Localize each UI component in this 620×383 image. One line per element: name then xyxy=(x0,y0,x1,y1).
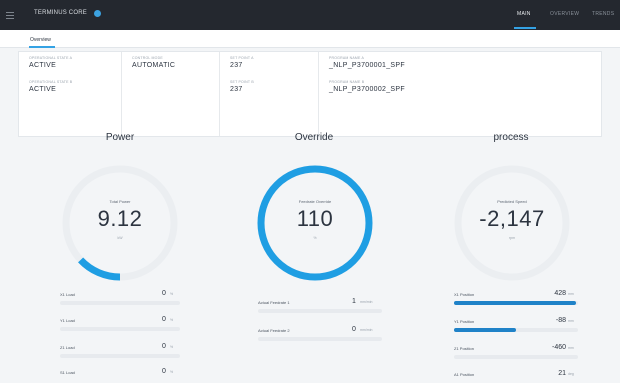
info-cell: PROGRAM NAME A _NLP_P3700001_SPF xyxy=(329,56,405,70)
top-bar: TERMINUS CORE MAIN OVERVIEW TRENDS xyxy=(0,0,620,30)
metric-value: 0 xyxy=(162,368,166,375)
metric-label: X1 Position xyxy=(454,292,475,297)
metric-unit: mm/min xyxy=(360,300,373,304)
metric-value: -88 xyxy=(555,317,566,324)
metric-value: -460 xyxy=(551,344,566,351)
sub-tab-bar: Overview xyxy=(0,30,620,48)
status-indicator-icon xyxy=(94,10,101,17)
metric-bar-track xyxy=(60,354,180,358)
metric-unit: % xyxy=(170,345,174,349)
metric-value: 0 xyxy=(162,316,166,323)
metric-bar-track xyxy=(454,355,578,359)
gauge-unit: % xyxy=(313,236,317,240)
metric-label: A1 Position xyxy=(454,372,475,377)
info-column-mode: CONTROL MODE AUTOMATIC xyxy=(122,52,220,136)
metric-label: S1 Load xyxy=(60,370,75,375)
gauge-value: 9.12 xyxy=(97,206,143,231)
metric-unit: mm xyxy=(568,346,574,350)
info-value: AUTOMATIC xyxy=(132,62,176,69)
metric-value: 21 xyxy=(558,370,566,377)
nav-tab-main[interactable]: MAIN xyxy=(517,11,531,17)
metric-label: Actual Feedrate 1 xyxy=(258,300,290,305)
metric-bar-track xyxy=(454,301,578,305)
gauge-label: Predicted Speed xyxy=(497,199,527,204)
nav-active-indicator xyxy=(514,27,536,29)
info-value: _NLP_P3700002_SPF xyxy=(329,86,405,93)
info-cell: SET POINT A 237 xyxy=(230,56,254,70)
info-value: ACTIVE xyxy=(29,86,57,93)
process-panel-title: process xyxy=(493,132,529,143)
metric-unit: % xyxy=(170,292,174,296)
menu-icon[interactable] xyxy=(6,12,14,19)
metric-value: 428 xyxy=(554,290,566,297)
nav-tab-overview[interactable]: OVERVIEW xyxy=(550,11,579,17)
info-cell: CONTROL MODE AUTOMATIC xyxy=(132,56,175,70)
metric-bar-fill xyxy=(454,301,576,305)
info-cell: OPERATIONAL STATE B ACTIVE xyxy=(29,80,72,94)
metric-unit: mm/min xyxy=(360,328,373,332)
power-panel-title: Power xyxy=(105,132,135,143)
metric-bar-track xyxy=(258,309,382,313)
metric-bar-track xyxy=(60,327,180,331)
nav-tab-trends[interactable]: TRENDS xyxy=(592,11,614,17)
metric-value: 1 xyxy=(352,298,356,305)
metric-bar-track xyxy=(258,337,382,341)
metric-label: Y1 Position xyxy=(454,319,475,324)
info-column-program: PROGRAM NAME A _NLP_P3700001_SPF PROGRAM… xyxy=(319,52,601,136)
info-cell: OPERATIONAL STATE A ACTIVE xyxy=(29,56,72,70)
process-gauge: Predicted Speed -2,147 rpm xyxy=(449,160,575,286)
override-gauge: Feedrate Override 110 % xyxy=(252,160,378,286)
info-value: _NLP_P3700001_SPF xyxy=(329,62,405,69)
machine-info-panel: OPERATIONAL STATE A ACTIVE OPERATIONAL S… xyxy=(18,51,602,137)
metric-unit: mm xyxy=(568,319,574,323)
metric-unit: deg xyxy=(568,372,574,376)
app-title: TERMINUS CORE xyxy=(34,10,87,16)
metric-unit: % xyxy=(170,370,174,374)
info-column-setpoint: SET POINT A 237 SET POINT B 237 xyxy=(220,52,319,136)
metric-bar-track xyxy=(454,328,578,332)
metric-bar-track xyxy=(60,301,180,305)
tab-overview[interactable]: Overview xyxy=(30,37,51,43)
metric-value: 0 xyxy=(162,343,166,350)
tab-active-indicator xyxy=(29,46,55,48)
metric-value: 0 xyxy=(162,290,166,297)
metric-unit: mm xyxy=(568,292,574,296)
metric-label: X1 Load xyxy=(60,292,75,297)
gauge-unit: kW xyxy=(117,236,123,240)
metric-label: Y1 Load xyxy=(60,318,75,323)
metric-label: Actual Feedrate 2 xyxy=(258,328,290,333)
info-column-state: OPERATIONAL STATE A ACTIVE OPERATIONAL S… xyxy=(19,52,122,136)
info-cell: SET POINT B 237 xyxy=(230,80,254,94)
gauge-value: -2,147 xyxy=(479,206,545,231)
info-value: ACTIVE xyxy=(29,62,57,69)
metric-unit: % xyxy=(170,318,174,322)
gauge-label: Feedrate Override xyxy=(298,199,332,204)
gauge-label: Total Power xyxy=(109,199,131,204)
metric-bar-fill xyxy=(454,328,516,332)
metric-value: 0 xyxy=(352,326,356,333)
info-value: 237 xyxy=(230,62,243,69)
power-gauge: Total Power 9.12 kW xyxy=(57,160,183,286)
metric-label: Z1 Position xyxy=(454,346,475,351)
gauge-value: 110 xyxy=(296,206,334,231)
metric-label: Z1 Load xyxy=(60,345,75,350)
gauge-unit: rpm xyxy=(508,236,516,240)
info-value: 237 xyxy=(230,86,243,93)
info-cell: PROGRAM NAME B _NLP_P3700002_SPF xyxy=(329,80,405,94)
override-panel-title: Override xyxy=(294,132,334,143)
